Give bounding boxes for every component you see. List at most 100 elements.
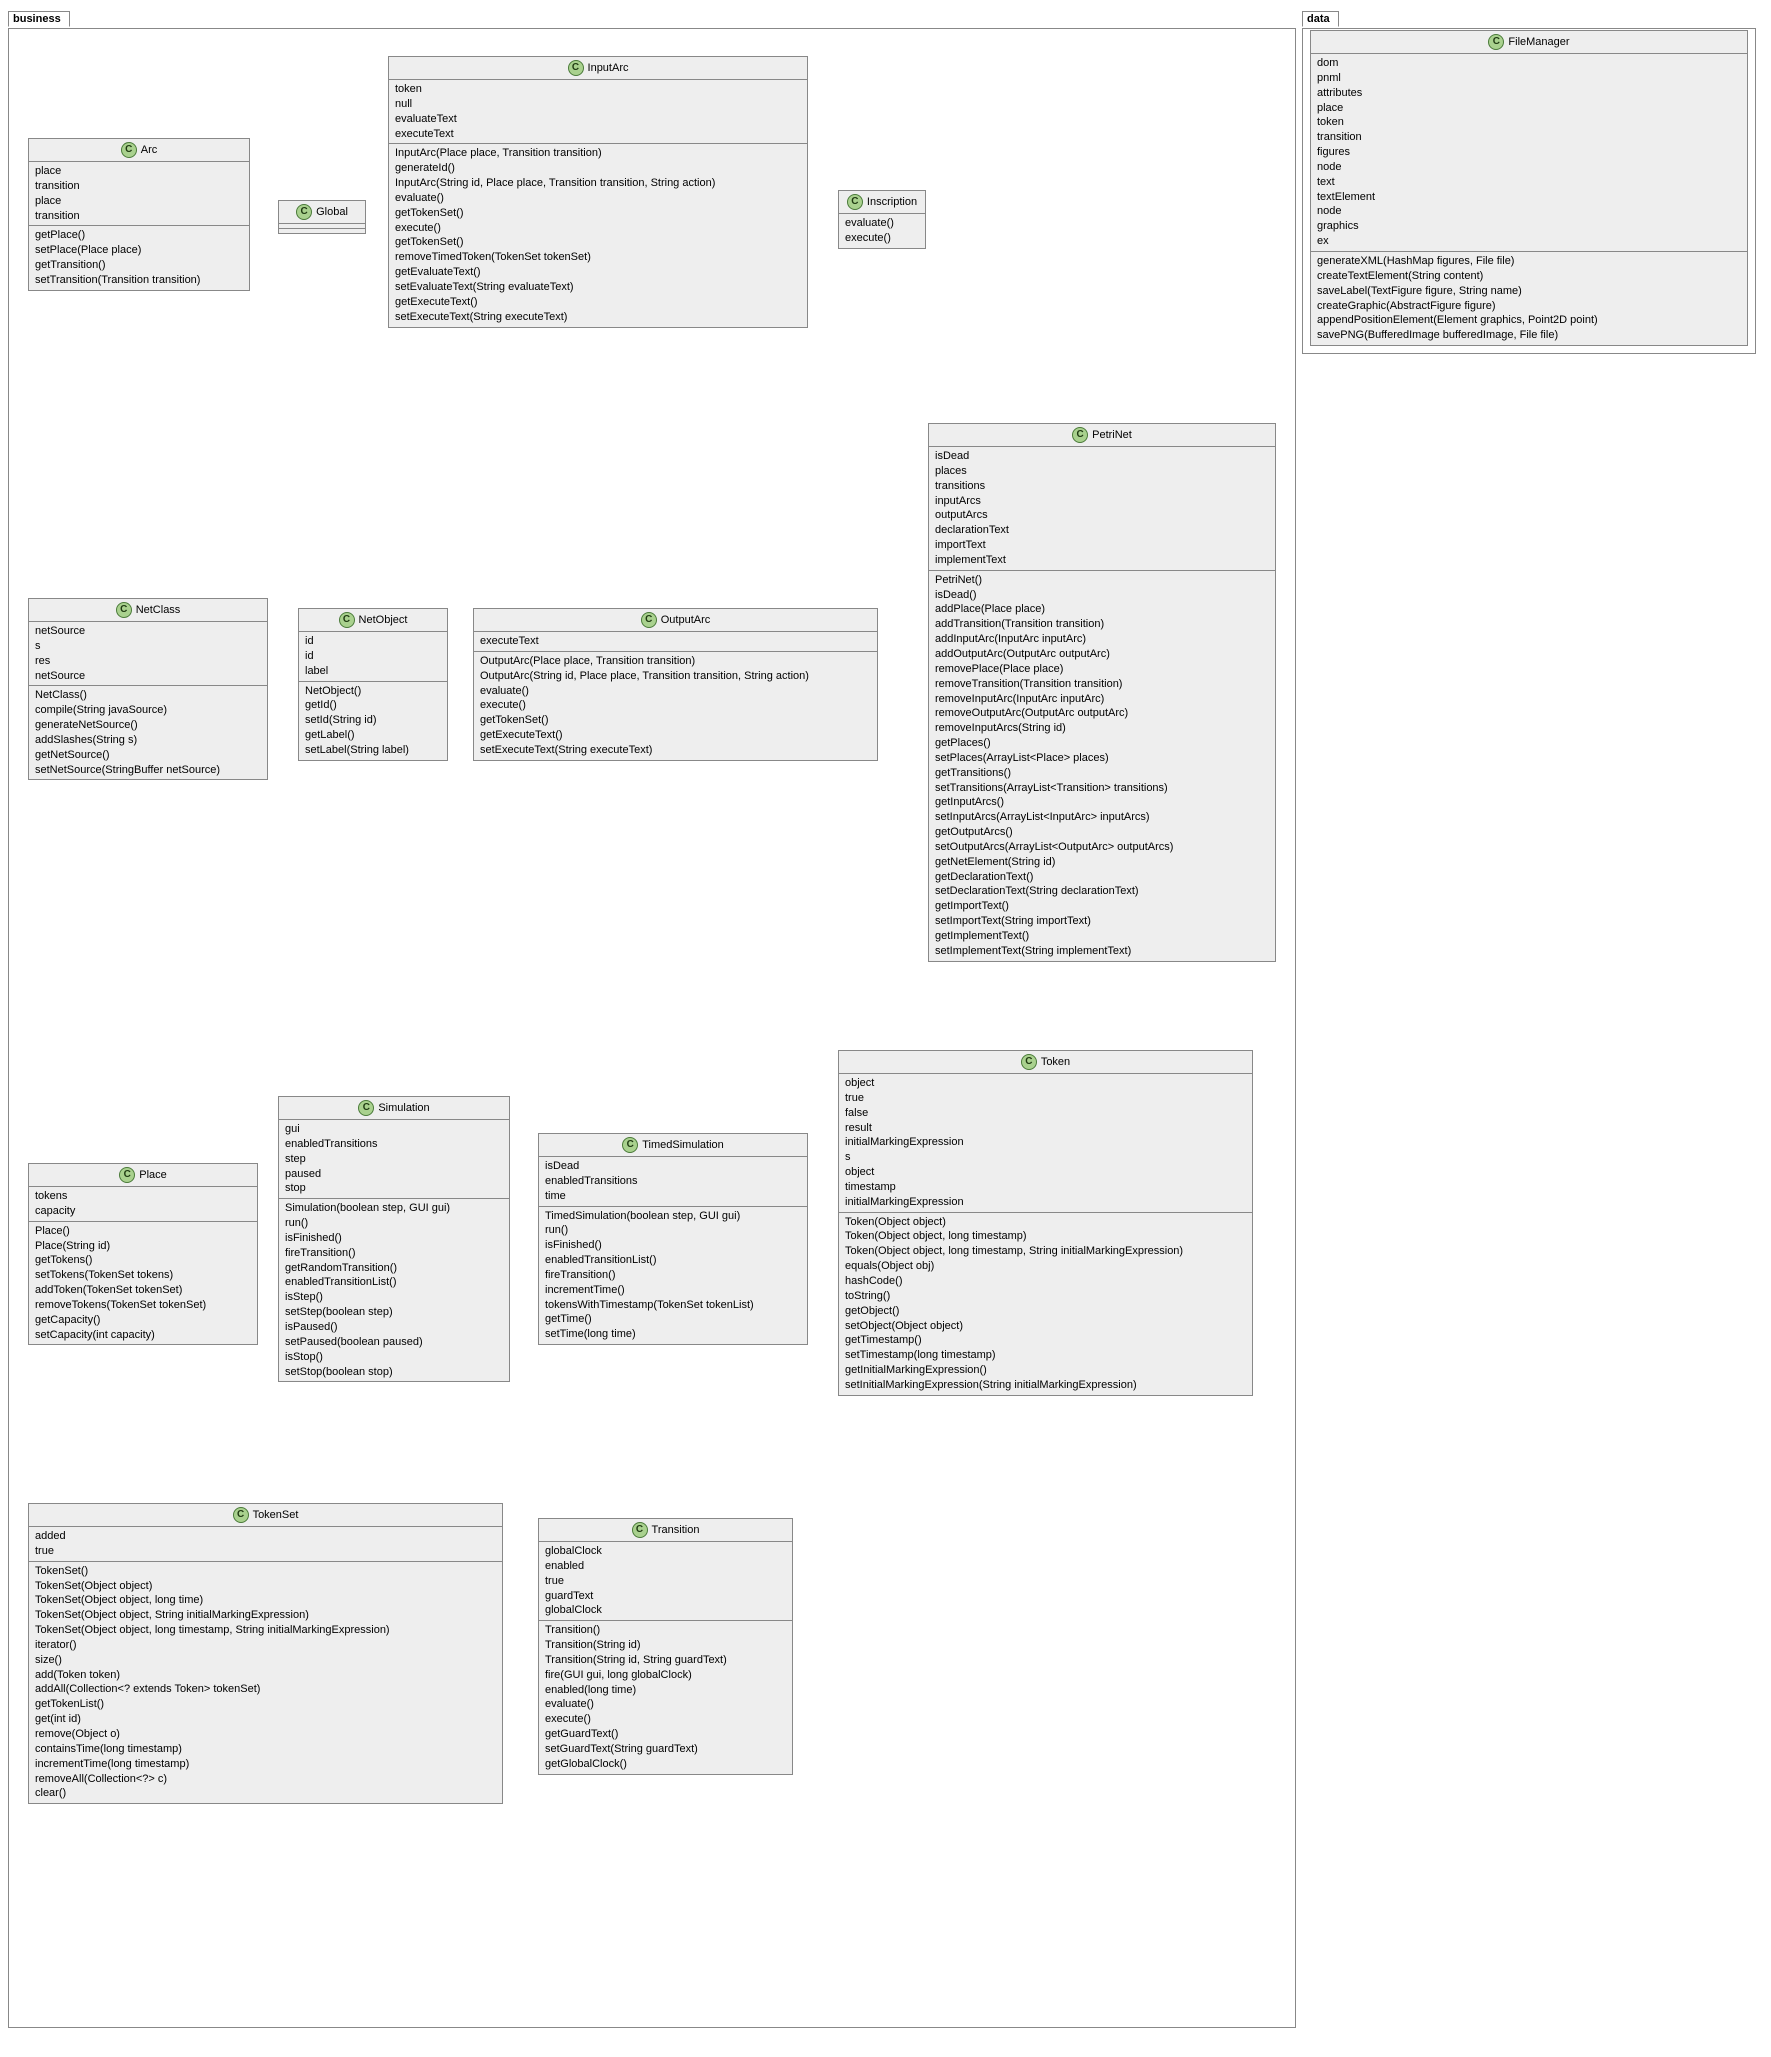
method-row: isFinished() <box>285 1231 503 1246</box>
method-row: evaluate() <box>545 1697 786 1712</box>
methods-section: Token(Object object)Token(Object object,… <box>839 1213 1252 1395</box>
method-row: generateId() <box>395 161 801 176</box>
field-row: enabled <box>545 1559 786 1574</box>
method-row: addToken(TokenSet tokenSet) <box>35 1283 251 1298</box>
fields-section: netSourcesresnetSource <box>29 622 267 686</box>
methods-section: NetObject()getId()setId(String id)getLab… <box>299 682 447 760</box>
method-row: size() <box>35 1653 496 1668</box>
field-row: object <box>845 1076 1246 1091</box>
field-row: result <box>845 1121 1246 1136</box>
method-row: execute() <box>545 1712 786 1727</box>
class-icon: C <box>121 142 137 158</box>
field-row: false <box>845 1106 1246 1121</box>
field-row: places <box>935 464 1269 479</box>
method-row: getNetSource() <box>35 748 261 763</box>
field-row: time <box>545 1189 801 1204</box>
class-inscription[interactable]: CInscriptionevaluate()execute() <box>838 190 926 249</box>
empty-section <box>279 229 365 233</box>
method-row: Transition() <box>545 1623 786 1638</box>
field-row: tokens <box>35 1189 251 1204</box>
field-row: dom <box>1317 56 1741 71</box>
class-name-label: FileManager <box>1508 36 1569 48</box>
method-row: generateXML(HashMap figures, File file) <box>1317 254 1741 269</box>
method-row: InputArc(String id, Place place, Transit… <box>395 176 801 191</box>
field-row: figures <box>1317 145 1741 160</box>
class-petrinet[interactable]: CPetriNetisDeadplacestransitionsinputArc… <box>928 423 1276 962</box>
fields-section: tokennullevaluateTextexecuteText <box>389 80 807 144</box>
class-netclass[interactable]: CNetClassnetSourcesresnetSourceNetClass(… <box>28 598 268 780</box>
method-row: removeTokens(TokenSet tokenSet) <box>35 1298 251 1313</box>
method-row: removeTransition(Transition transition) <box>935 677 1269 692</box>
field-row: transition <box>35 209 243 224</box>
method-row: containsTime(long timestamp) <box>35 1742 496 1757</box>
field-row: netSource <box>35 624 261 639</box>
field-row: isDead <box>545 1159 801 1174</box>
class-name-label: Inscription <box>867 196 917 208</box>
method-row: getGlobalClock() <box>545 1757 786 1772</box>
class-netobject[interactable]: CNetObjectididlabelNetObject()getId()set… <box>298 608 448 761</box>
class-icon: C <box>296 204 312 220</box>
method-row: addAll(Collection<? extends Token> token… <box>35 1682 496 1697</box>
method-row: addInputArc(InputArc inputArc) <box>935 632 1269 647</box>
method-row: setEvaluateText(String evaluateText) <box>395 280 801 295</box>
method-row: saveLabel(TextFigure figure, String name… <box>1317 284 1741 299</box>
method-row: get(int id) <box>35 1712 496 1727</box>
field-row: true <box>545 1574 786 1589</box>
field-row: outputArcs <box>935 508 1269 523</box>
field-row: isDead <box>935 449 1269 464</box>
field-row: id <box>305 634 441 649</box>
class-timedsimulation[interactable]: CTimedSimulationisDeadenabledTransitions… <box>538 1133 808 1345</box>
class-icon: C <box>358 1100 374 1116</box>
fields-section: tokenscapacity <box>29 1187 257 1222</box>
methods-section: OutputArc(Place place, Transition transi… <box>474 652 877 760</box>
method-row: setTransition(Transition transition) <box>35 273 243 288</box>
fields-section: globalClockenabledtrueguardTextglobalClo… <box>539 1542 792 1621</box>
field-row: globalClock <box>545 1603 786 1618</box>
field-row: transition <box>35 179 243 194</box>
method-row: Token(Object object) <box>845 1215 1246 1230</box>
method-row: setExecuteText(String executeText) <box>480 743 871 758</box>
field-row: true <box>845 1091 1246 1106</box>
field-row: evaluateText <box>395 112 801 127</box>
methods-section: Transition()Transition(String id)Transit… <box>539 1621 792 1773</box>
field-row: node <box>1317 160 1741 175</box>
field-row: res <box>35 654 261 669</box>
class-inputarc[interactable]: CInputArctokennullevaluateTextexecuteTex… <box>388 56 808 328</box>
class-name-label: Global <box>316 206 348 218</box>
class-icon: C <box>1072 427 1088 443</box>
fields-section: objecttruefalseresultinitialMarkingExpre… <box>839 1074 1252 1213</box>
method-row: isStop() <box>285 1350 503 1365</box>
method-row: setPaused(boolean paused) <box>285 1335 503 1350</box>
method-row: setInputArcs(ArrayList<InputArc> inputAr… <box>935 810 1269 825</box>
class-place[interactable]: CPlacetokenscapacityPlace()Place(String … <box>28 1163 258 1345</box>
class-header: CArc <box>29 139 249 162</box>
class-header: CTransition <box>539 1519 792 1542</box>
method-row: getOutputArcs() <box>935 825 1269 840</box>
class-token[interactable]: CTokenobjecttruefalseresultinitialMarkin… <box>838 1050 1253 1396</box>
method-row: compile(String javaSource) <box>35 703 261 718</box>
method-row: remove(Object o) <box>35 1727 496 1742</box>
method-row: isDead() <box>935 588 1269 603</box>
method-row: getTokenSet() <box>480 713 871 728</box>
class-icon: C <box>1488 34 1504 50</box>
class-outputarc[interactable]: COutputArcexecuteTextOutputArc(Place pla… <box>473 608 878 761</box>
field-row: declarationText <box>935 523 1269 538</box>
method-row: NetClass() <box>35 688 261 703</box>
method-row: evaluate() <box>845 216 919 231</box>
method-row: setExecuteText(String executeText) <box>395 310 801 325</box>
method-row: toString() <box>845 1289 1246 1304</box>
class-simulation[interactable]: CSimulationguienabledTransitionssteppaus… <box>278 1096 510 1382</box>
class-tokenset[interactable]: CTokenSetaddedtrueTokenSet()TokenSet(Obj… <box>28 1503 503 1804</box>
class-transition[interactable]: CTransitionglobalClockenabledtrueguardTe… <box>538 1518 793 1775</box>
methods-section: generateXML(HashMap figures, File file)c… <box>1311 252 1747 345</box>
class-filemanager[interactable]: CFileManagerdompnmlattributesplacetokent… <box>1310 30 1748 346</box>
method-row: Place() <box>35 1224 251 1239</box>
class-icon: C <box>339 612 355 628</box>
class-arc[interactable]: CArcplacetransitionplacetransitiongetPla… <box>28 138 250 291</box>
class-name-label: NetClass <box>136 604 181 616</box>
fields-section: addedtrue <box>29 1527 502 1562</box>
method-row: getLabel() <box>305 728 441 743</box>
class-global[interactable]: C Global <box>278 200 366 234</box>
field-row: ex <box>1317 234 1741 249</box>
field-row: place <box>35 194 243 209</box>
